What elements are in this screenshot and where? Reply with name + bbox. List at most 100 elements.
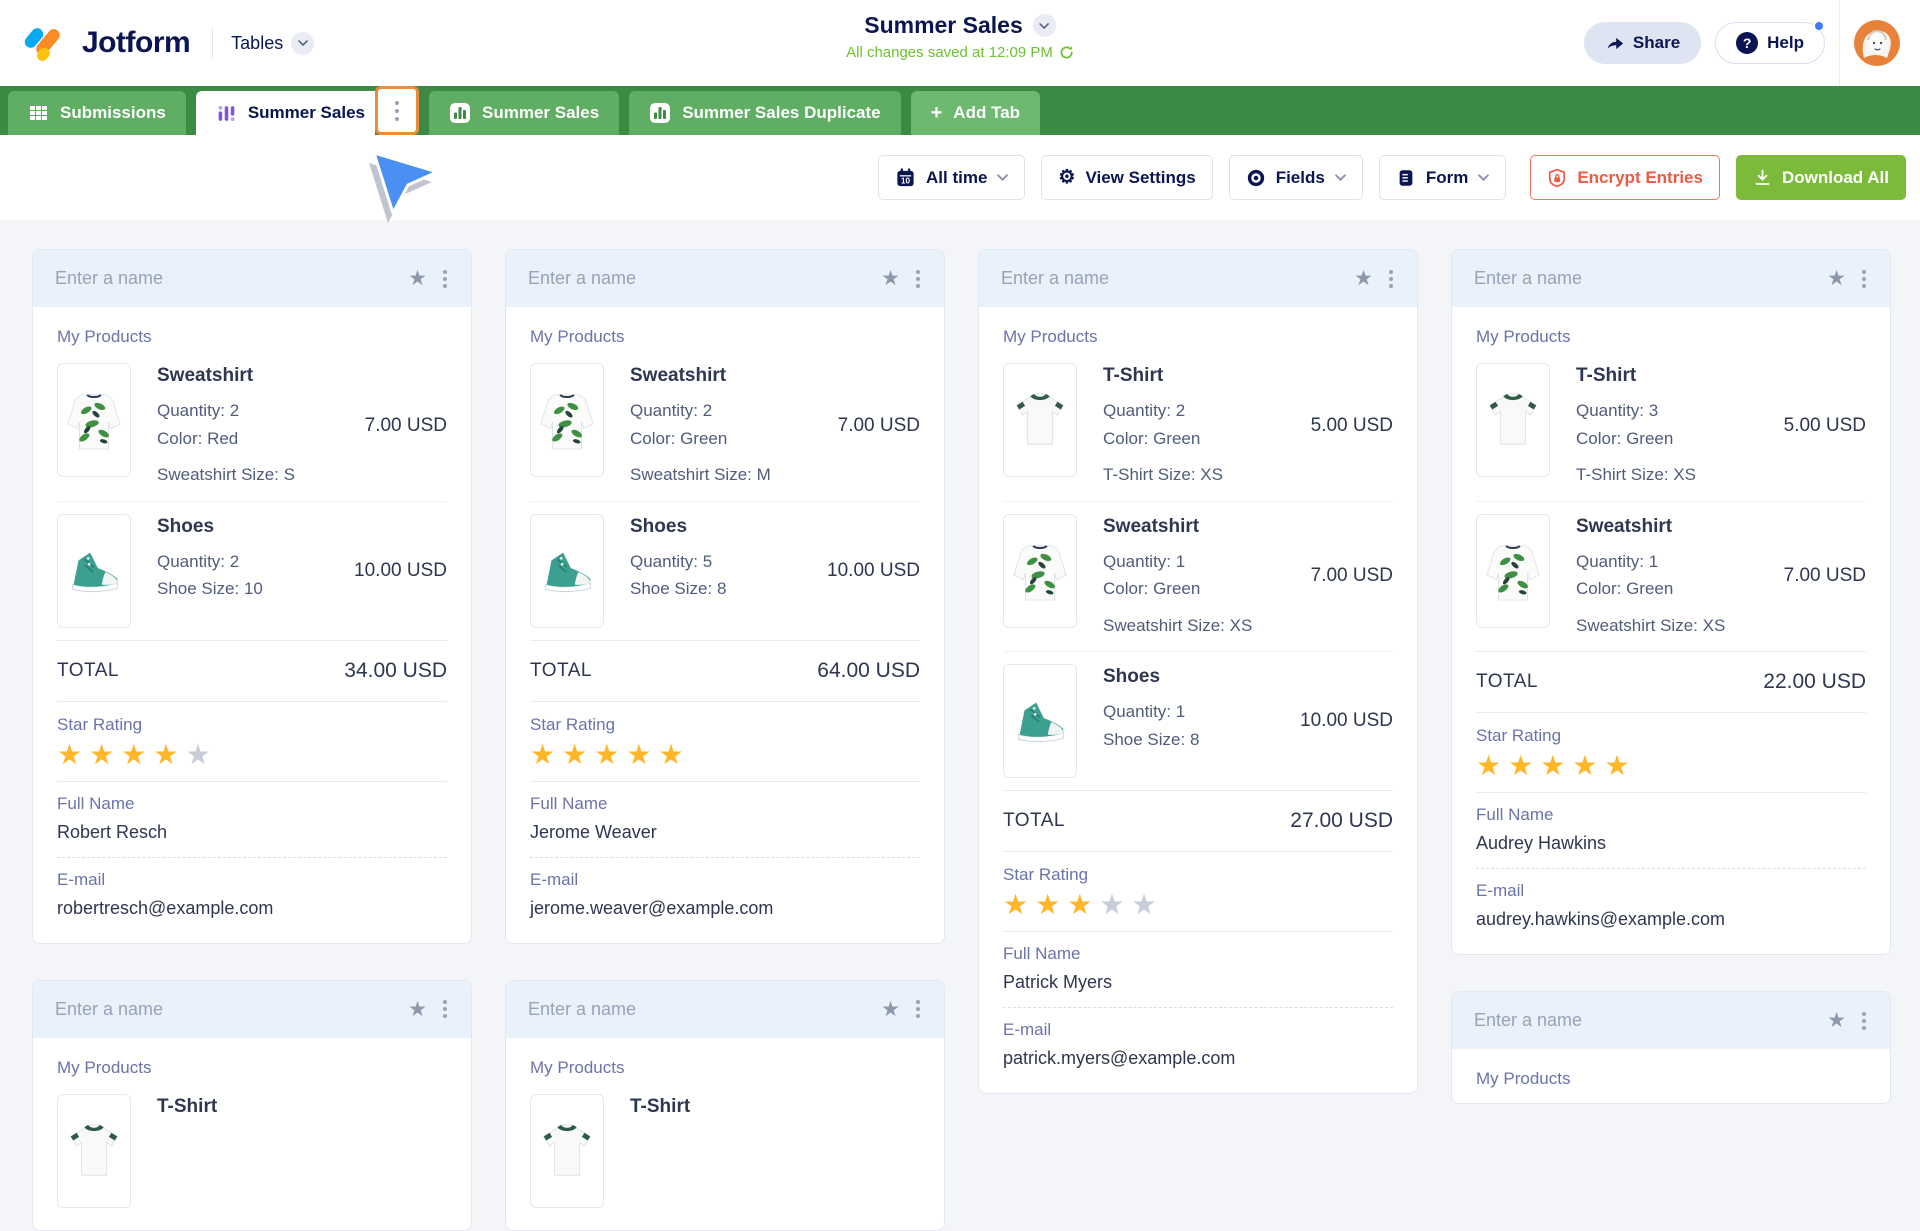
star-rating-section: Star Rating★★★★★ — [1476, 712, 1866, 792]
card-menu-icon[interactable] — [914, 266, 922, 292]
product-price: 5.00 USD — [1311, 415, 1393, 437]
tab-label: Submissions — [60, 103, 166, 123]
favorite-star-icon[interactable]: ★ — [881, 999, 900, 1020]
view-settings-label: View Settings — [1085, 168, 1195, 188]
favorite-star-icon[interactable]: ★ — [1354, 268, 1373, 289]
card-menu-icon[interactable] — [914, 996, 922, 1022]
product-thumbnail[interactable] — [57, 1094, 131, 1208]
share-button[interactable]: Share — [1584, 22, 1701, 64]
form-button[interactable]: Form — [1379, 155, 1507, 200]
star-icon[interactable]: ★ — [1604, 750, 1629, 781]
favorite-star-icon[interactable]: ★ — [881, 268, 900, 289]
star-icon[interactable]: ★ — [594, 739, 619, 770]
product-thumbnail[interactable] — [1476, 363, 1550, 477]
page-title: Summer Sales — [864, 12, 1023, 39]
product-switcher[interactable]: Tables — [231, 32, 314, 55]
avatar-illustration — [1854, 20, 1900, 66]
star-icon[interactable]: ★ — [89, 739, 114, 770]
email-section: E-mailjerome.weaver@example.com — [530, 857, 920, 933]
product-thumbnail[interactable] — [530, 514, 604, 628]
star-icon[interactable]: ★ — [185, 739, 210, 770]
tab-summer-sales-active[interactable]: Summer Sales — [196, 91, 375, 135]
view-settings-button[interactable]: ⚙ View Settings — [1041, 155, 1212, 200]
product-thumbnail[interactable] — [1003, 363, 1077, 477]
shoes-image — [536, 530, 598, 612]
card-body: My ProductsT-Shirt — [33, 1038, 471, 1230]
card-name-input[interactable]: Enter a name — [1474, 268, 1813, 289]
star-icon[interactable]: ★ — [1476, 750, 1501, 781]
card-menu-icon[interactable] — [1387, 266, 1395, 292]
product-thumbnail[interactable] — [530, 1094, 604, 1208]
submission-card[interactable]: Enter a name★My Products — [1451, 991, 1891, 1104]
submission-card[interactable]: Enter a name★My ProductsT-ShirtQuantity:… — [1451, 249, 1891, 955]
star-icon[interactable]: ★ — [153, 739, 178, 770]
star-icon[interactable]: ★ — [562, 739, 587, 770]
star-icon[interactable]: ★ — [1003, 889, 1028, 920]
product-price: 10.00 USD — [354, 560, 447, 582]
star-icon[interactable]: ★ — [1099, 889, 1124, 920]
product-thumbnail[interactable] — [57, 514, 131, 628]
fields-button[interactable]: Fields — [1229, 155, 1363, 200]
help-button[interactable]: ? Help — [1715, 22, 1825, 64]
encrypt-entries-button[interactable]: Encrypt Entries — [1530, 155, 1720, 200]
star-icon[interactable]: ★ — [658, 739, 683, 770]
star-icon[interactable]: ★ — [626, 739, 651, 770]
download-all-button[interactable]: Download All — [1736, 155, 1906, 200]
submission-card[interactable]: Enter a name★My ProductsSweatshirtQuanti… — [505, 249, 945, 944]
card-name-input[interactable]: Enter a name — [55, 268, 394, 289]
star-icon[interactable]: ★ — [1572, 750, 1597, 781]
download-all-label: Download All — [1782, 168, 1889, 188]
card-menu-icon[interactable] — [441, 266, 449, 292]
jotform-logo-icon[interactable] — [24, 21, 68, 65]
star-icon[interactable]: ★ — [1540, 750, 1565, 781]
card-menu-icon[interactable] — [441, 996, 449, 1022]
tab-label: Add Tab — [953, 103, 1020, 123]
star-icon[interactable]: ★ — [1508, 750, 1533, 781]
favorite-star-icon[interactable]: ★ — [408, 268, 427, 289]
refresh-icon[interactable] — [1059, 45, 1074, 60]
full-name-section: Full NameJerome Weaver — [530, 781, 920, 857]
star-icon[interactable]: ★ — [1035, 889, 1060, 920]
submission-card[interactable]: Enter a name★My ProductsSweatshirtQuanti… — [32, 249, 472, 944]
product-detail: Color: Green — [1576, 575, 1725, 603]
total-value: 22.00 USD — [1763, 670, 1866, 694]
tab-options-menu-highlighted[interactable] — [375, 86, 419, 135]
card-name-input[interactable]: Enter a name — [1001, 268, 1340, 289]
title-chevron-icon[interactable] — [1033, 14, 1056, 37]
favorite-star-icon[interactable]: ★ — [408, 999, 427, 1020]
product-thumbnail[interactable] — [57, 363, 131, 477]
card-menu-icon[interactable] — [1860, 266, 1868, 292]
card-header: Enter a name ★ — [1452, 250, 1890, 307]
product-thumbnail[interactable] — [1003, 664, 1077, 778]
add-tab-button[interactable]: + Add Tab — [911, 91, 1040, 135]
star-icon[interactable]: ★ — [1131, 889, 1156, 920]
star-icon[interactable]: ★ — [530, 739, 555, 770]
product-thumbnail[interactable] — [1003, 514, 1077, 628]
product-detail: Color: Green — [1103, 575, 1252, 603]
star-icon[interactable]: ★ — [1067, 889, 1092, 920]
favorite-star-icon[interactable]: ★ — [1827, 1010, 1846, 1031]
favorite-star-icon[interactable]: ★ — [1827, 268, 1846, 289]
full-name-value: Robert Resch — [57, 822, 447, 843]
product-row: T-ShirtQuantity: 3Color: GreenT-Shirt Si… — [1476, 351, 1866, 501]
star-rating-section: Star Rating★★★★★ — [530, 701, 920, 781]
card-name-input[interactable]: Enter a name — [528, 999, 867, 1020]
card-name-input[interactable]: Enter a name — [528, 268, 867, 289]
product-name: Sweatshirt — [1103, 516, 1252, 538]
tab-summer-sales-duplicate[interactable]: Summer Sales Duplicate — [629, 91, 900, 135]
card-menu-icon[interactable] — [1860, 1008, 1868, 1034]
submission-card[interactable]: Enter a name★My ProductsT-Shirt — [505, 980, 945, 1231]
tab-submissions[interactable]: Submissions — [8, 91, 186, 135]
card-name-input[interactable]: Enter a name — [55, 999, 394, 1020]
all-time-filter-button[interactable]: 10 All time — [878, 155, 1025, 200]
submission-card[interactable]: Enter a name★My ProductsT-ShirtQuantity:… — [978, 249, 1418, 1094]
submission-card[interactable]: Enter a name ★ My ProductsT-Shirt — [32, 980, 472, 1231]
full-name-value: Jerome Weaver — [530, 822, 920, 843]
star-icon[interactable]: ★ — [121, 739, 146, 770]
star-icon[interactable]: ★ — [57, 739, 82, 770]
card-name-input[interactable]: Enter a name — [1474, 1010, 1813, 1031]
avatar[interactable] — [1854, 20, 1900, 66]
product-thumbnail[interactable] — [530, 363, 604, 477]
product-thumbnail[interactable] — [1476, 514, 1550, 628]
tab-summer-sales-report[interactable]: Summer Sales — [429, 91, 619, 135]
